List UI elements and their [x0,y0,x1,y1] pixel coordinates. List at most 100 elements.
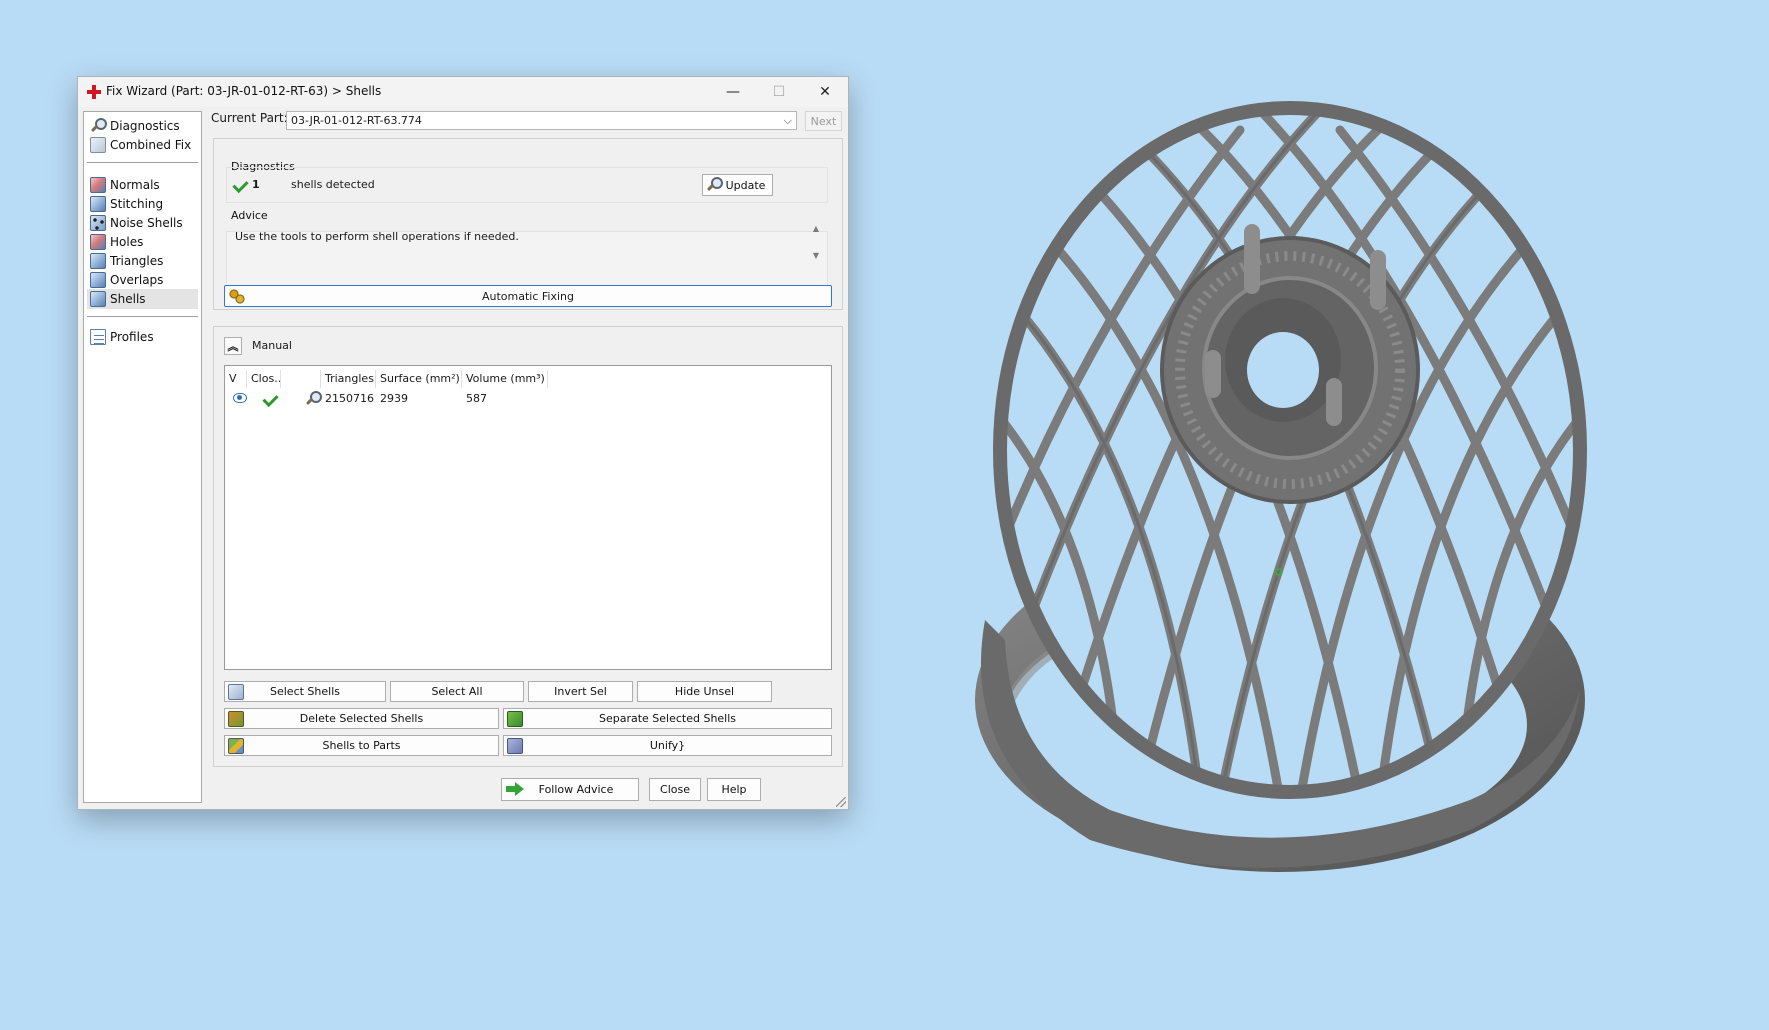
check-icon [233,177,249,193]
select-shells-label: Select Shells [270,685,340,698]
delete-shells-icon [228,711,244,727]
close-window-button[interactable]: ✕ [802,77,848,107]
automatic-fixing-button[interactable]: Automatic Fixing [224,285,832,307]
eye-icon[interactable] [233,393,247,403]
select-shells-button[interactable]: Select Shells [224,681,386,702]
magnifier-icon [90,118,107,134]
gears-icon [228,288,246,304]
column-header-visible[interactable]: V [225,370,247,388]
next-button[interactable]: Next [805,111,842,131]
nav-item-label: Profiles [110,330,154,344]
manual-title: Manual [252,339,292,352]
nav-item-triangles[interactable]: Triangles [87,251,198,271]
nav-item-label: Stitching [110,197,164,211]
column-header-volume[interactable]: Volume (mm³) [462,370,548,388]
nav-item-stitching[interactable]: Stitching [87,194,198,214]
nav-item-label: Overlaps [110,273,164,287]
separate-selected-shells-label: Separate Selected Shells [598,712,737,725]
follow-advice-button[interactable]: Follow Advice [501,778,639,801]
combined-fix-icon [90,137,106,153]
diagnostics-group: 1 shells detected Update [226,167,828,203]
column-header-surface[interactable]: Surface (mm²) [376,370,462,388]
magnifier-icon [706,177,723,193]
nav-divider [87,316,198,317]
manual-panel: ︽ Manual V Clos... Triangles Surface (mm… [213,326,843,767]
nav-item-overlaps[interactable]: Overlaps [87,270,198,290]
update-label: Update [725,178,766,192]
select-all-button[interactable]: Select All [390,681,524,702]
nav-item-profiles[interactable]: Profiles [87,327,198,347]
nav-item-noise-shells[interactable]: Noise Shells [87,213,198,233]
normals-icon [90,177,106,193]
delete-selected-shells-label: Delete Selected Shells [299,712,424,725]
holes-icon [90,234,106,250]
automatic-fixing-label: Automatic Fixing [481,289,574,303]
cell-volume: 587 [466,392,487,405]
check-icon [263,391,279,407]
magnifier-icon[interactable] [305,391,322,407]
collapse-manual-button[interactable]: ︽ [224,337,242,355]
help-button[interactable]: Help [707,778,761,801]
select-shells-icon [228,684,244,700]
column-header-tool[interactable] [281,370,321,388]
nav-item-label: Combined Fix [110,138,192,152]
stitching-icon [90,196,106,212]
current-part-value: 03-JR-01-012-RT-63.774 [291,114,422,127]
scroll-up-icon[interactable]: ▲ [813,224,819,233]
nav-item-normals[interactable]: Normals [87,175,198,195]
window-title: Fix Wizard (Part: 03-JR-01-012-RT-63) > … [106,84,382,98]
advice-group-title: Advice [231,209,268,222]
shell-count: 1 [252,178,260,191]
current-part-label: Current Part: [211,111,288,125]
noise-shells-icon [90,215,106,231]
nav-item-diagnostics[interactable]: Diagnostics [87,116,198,136]
cell-triangles: 2150716 [325,392,374,405]
nav-item-label: Shells [110,292,146,306]
hide-unselected-button[interactable]: Hide Unsel [637,681,772,702]
diagnostics-panel: Diagnostics 1 shells detected Update Adv… [213,138,843,310]
current-part-select[interactable]: 03-JR-01-012-RT-63.774 ⌵ [286,111,797,130]
delete-selected-shells-button[interactable]: Delete Selected Shells [224,708,499,729]
advice-textbox: Use the tools to perform shell operation… [226,224,828,289]
app-cross-icon [87,85,101,99]
nav-divider [87,162,198,163]
minimize-button[interactable]: — [710,77,756,107]
unify-icon [507,738,523,754]
update-button[interactable]: Update [702,174,773,196]
unify-label: Unify [649,739,679,752]
column-header-closed[interactable]: Clos... [247,370,281,388]
follow-advice-label: Follow Advice [538,783,614,796]
shells-to-parts-button[interactable]: Shells to Parts [224,735,499,756]
nav-item-combined-fix[interactable]: Combined Fix [87,135,198,155]
advice-text: Use the tools to perform shell operation… [235,230,519,243]
nav-item-label: Triangles [110,254,164,268]
close-button[interactable]: Close [649,778,701,801]
cell-surface: 2939 [380,392,408,405]
invert-selection-button[interactable]: Invert Sel [528,681,633,702]
shells-icon [90,291,106,307]
diagnostics-description: shells detected [291,178,375,191]
nav-item-label: Noise Shells [110,216,183,230]
shells-to-parts-icon [228,738,244,754]
separate-selected-shells-button[interactable]: Separate Selected Shells [503,708,832,729]
scroll-down-icon[interactable]: ▼ [813,251,819,260]
fix-wizard-nav: Diagnostics Combined Fix Normals Stitchi… [83,111,202,803]
fix-wizard-window: Fix Wizard (Part: 03-JR-01-012-RT-63) > … [77,76,849,810]
nav-item-label: Diagnostics [110,119,180,133]
shells-to-parts-label: Shells to Parts [322,739,401,752]
overlaps-icon [90,272,106,288]
triangles-icon [90,253,106,269]
chevron-down-icon: ⌵ [783,114,792,127]
maximize-button[interactable]: ☐ [756,77,802,107]
unify-button[interactable]: Unify } [503,735,832,756]
profiles-icon [90,329,106,345]
nav-item-shells[interactable]: Shells [87,289,198,309]
nav-item-holes[interactable]: Holes [87,232,198,252]
separate-shells-icon [507,711,523,727]
nav-item-label: Holes [110,235,144,249]
column-header-triangles[interactable]: Triangles [321,370,376,388]
shells-table[interactable]: V Clos... Triangles Surface (mm²) Volume… [224,365,832,670]
nav-item-label: Normals [110,178,160,192]
resize-grip-icon[interactable] [836,797,846,807]
title-bar[interactable]: Fix Wizard (Part: 03-JR-01-012-RT-63) > … [78,77,848,107]
